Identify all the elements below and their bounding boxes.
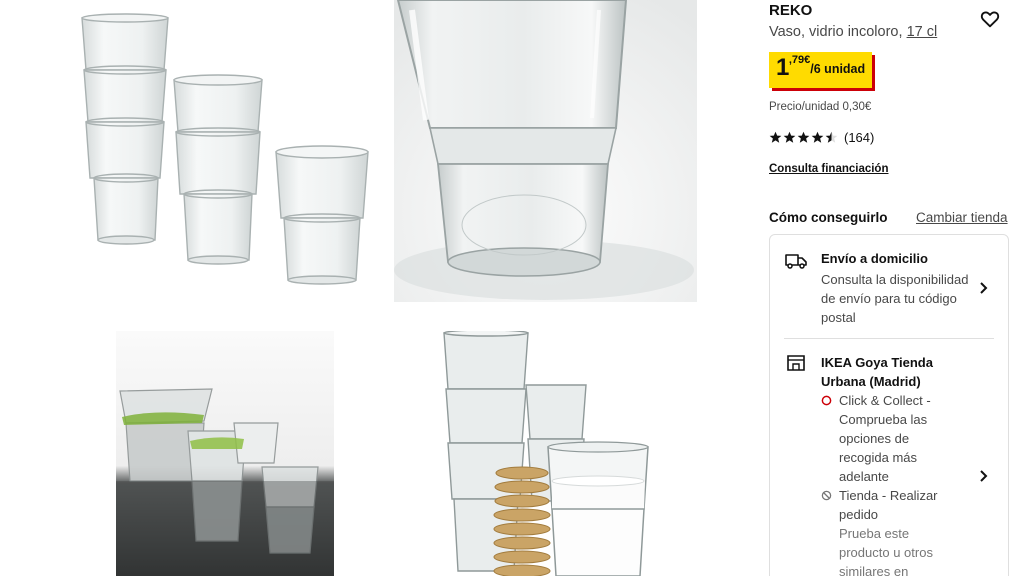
price-unit: /6 unidad (810, 62, 866, 76)
milk-cookies-photo (400, 331, 690, 576)
star-icon (769, 131, 782, 143)
truck-icon (785, 254, 807, 269)
circle-icon (821, 395, 832, 406)
product-size-link[interactable]: 17 cl (907, 24, 938, 40)
product-rating[interactable]: (164) (769, 130, 874, 145)
prohibited-icon (821, 490, 832, 501)
store-availability-option[interactable]: IKEA Goya Tienda Urbana (Madrid) Click &… (770, 339, 1008, 576)
price-decimal: ,79€ (788, 54, 811, 66)
closeup-glass-photo (394, 0, 697, 302)
how-to-get-title: Cómo conseguirlo (769, 210, 888, 225)
in-store-note: Prueba este producto u otros similares e… (839, 526, 933, 576)
availability-card: Envío a domicilio Consulta la disponibil… (769, 234, 1009, 576)
stacked-glasses-photo (60, 0, 390, 300)
heart-icon (980, 11, 1000, 28)
financing-link[interactable]: Consulta financiación (769, 163, 889, 175)
unit-price: Precio/unidad 0,30€ (769, 101, 872, 113)
store-icon (787, 355, 805, 371)
star-icon (811, 131, 824, 143)
star-icon (797, 131, 810, 143)
product-info-panel: REKO Vaso, vidrio incoloro, 17 cl 1,79€/… (769, 0, 1015, 576)
star-icon (825, 131, 838, 143)
price-integer: 1 (776, 54, 789, 81)
price-badge: 1,79€/6 unidad (769, 52, 873, 88)
chevron-right-icon (980, 470, 988, 482)
rating-count: (164) (844, 130, 875, 145)
home-delivery-text: Consulta la disponibilidad de envío para… (821, 272, 969, 325)
product-name: REKO (769, 2, 813, 19)
product-image-lifestyle-water[interactable] (116, 331, 334, 576)
product-image-stacked-glasses[interactable] (60, 0, 390, 300)
click-collect-text: Click & Collect - Comprueba las opciones… (839, 393, 931, 484)
product-description-text: Vaso, vidrio incoloro, (769, 24, 903, 40)
home-delivery-option[interactable]: Envío a domicilio Consulta la disponibil… (770, 235, 1008, 337)
product-gallery (0, 0, 760, 576)
product-image-closeup[interactable] (394, 0, 697, 302)
rating-stars (769, 131, 838, 144)
star-icon (783, 131, 796, 143)
store-name: IKEA Goya Tienda Urbana (Madrid) (821, 355, 933, 389)
in-store-text: Tienda - Realizar pedido (839, 488, 938, 522)
home-delivery-title: Envío a domicilio (821, 251, 928, 266)
chevron-right-icon (980, 282, 988, 294)
product-description: Vaso, vidrio incoloro, 17 cl (769, 24, 937, 40)
change-store-link[interactable]: Cambiar tienda (916, 210, 1008, 225)
product-image-milk-cookies[interactable] (400, 331, 690, 576)
favorite-button[interactable] (979, 8, 1001, 30)
lifestyle-water-photo (116, 331, 334, 576)
